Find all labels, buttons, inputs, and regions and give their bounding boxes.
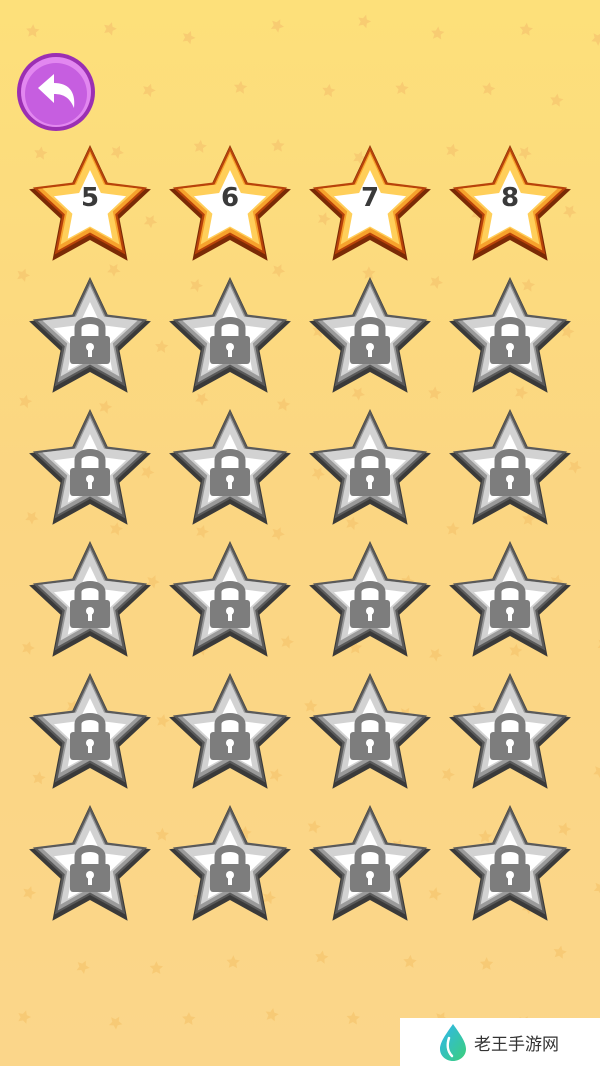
watermark: 老王手游网	[400, 1018, 600, 1066]
level-star-locked[interactable]	[440, 668, 580, 794]
level-number: 7	[360, 183, 380, 213]
level-star-locked[interactable]	[440, 404, 580, 530]
level-star-locked[interactable]	[440, 536, 580, 662]
level-star-locked[interactable]	[300, 272, 440, 398]
level-number: 8	[500, 183, 520, 213]
level-star-locked[interactable]	[300, 800, 440, 926]
water-drop-logo-icon	[440, 1024, 466, 1061]
locked-star-icon	[29, 541, 151, 657]
locked-star-icon	[449, 805, 571, 921]
locked-star-icon	[449, 277, 571, 393]
locked-star-icon	[449, 409, 571, 525]
level-number: 6	[220, 183, 240, 213]
locked-star-icon	[29, 409, 151, 525]
locked-star-icon	[29, 673, 151, 789]
level-star-locked[interactable]	[160, 668, 300, 794]
level-star-locked[interactable]	[20, 668, 160, 794]
locked-star-icon	[169, 673, 291, 789]
level-star-locked[interactable]	[440, 800, 580, 926]
level-star-locked[interactable]	[20, 404, 160, 530]
back-button[interactable]	[16, 52, 96, 132]
level-star-locked[interactable]	[20, 272, 160, 398]
locked-star-icon	[169, 541, 291, 657]
level-star-locked[interactable]	[20, 800, 160, 926]
locked-star-icon	[169, 805, 291, 921]
locked-star-icon	[169, 409, 291, 525]
locked-star-icon	[309, 673, 431, 789]
level-star-locked[interactable]	[440, 272, 580, 398]
level-star-unlocked[interactable]: 6	[160, 140, 300, 266]
locked-star-icon	[449, 541, 571, 657]
level-star-locked[interactable]	[160, 404, 300, 530]
locked-star-icon	[309, 805, 431, 921]
locked-star-icon	[29, 277, 151, 393]
level-star-locked[interactable]	[300, 536, 440, 662]
level-star-locked[interactable]	[160, 800, 300, 926]
level-star-locked[interactable]	[160, 272, 300, 398]
level-number: 5	[80, 183, 100, 213]
level-star-locked[interactable]	[20, 536, 160, 662]
watermark-text: 老王手游网	[474, 1034, 559, 1055]
level-star-unlocked[interactable]: 7	[300, 140, 440, 266]
level-star-locked[interactable]	[300, 668, 440, 794]
locked-star-icon	[449, 673, 571, 789]
level-star-locked[interactable]	[160, 536, 300, 662]
locked-star-icon	[309, 277, 431, 393]
level-star-locked[interactable]	[300, 404, 440, 530]
locked-star-icon	[309, 409, 431, 525]
undo-arrow-icon	[17, 53, 95, 131]
locked-star-icon	[29, 805, 151, 921]
locked-star-icon	[169, 277, 291, 393]
level-star-unlocked[interactable]: 8	[440, 140, 580, 266]
level-star-unlocked[interactable]: 5	[20, 140, 160, 266]
locked-star-icon	[309, 541, 431, 657]
